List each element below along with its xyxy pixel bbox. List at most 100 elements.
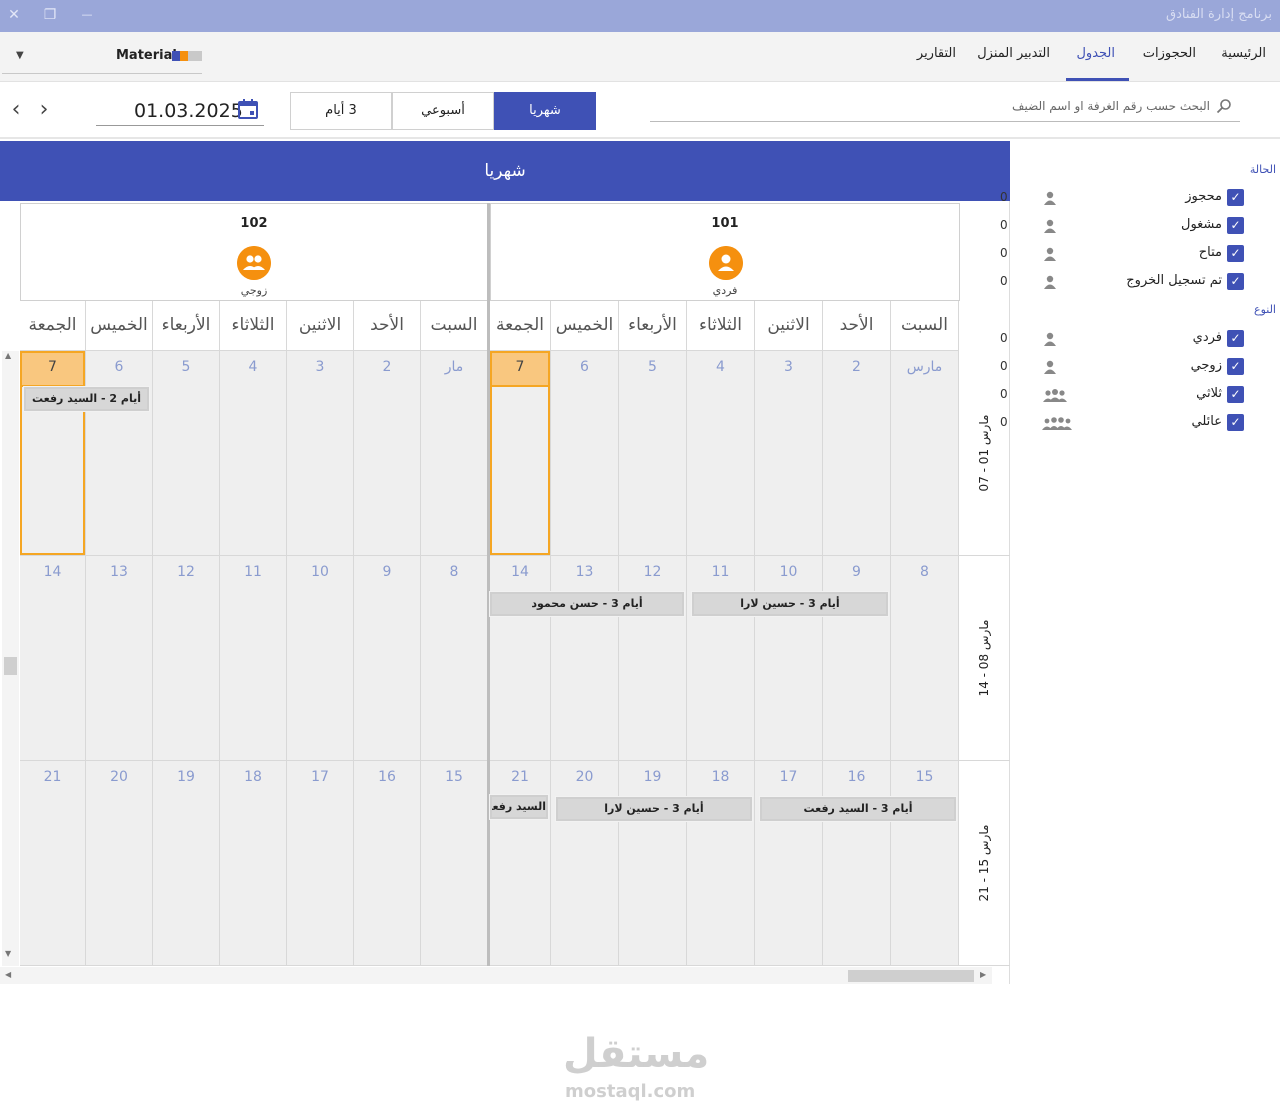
calendar-cell[interactable]: 16 (354, 761, 421, 966)
day-number: 10 (311, 564, 329, 580)
chevron-down-icon[interactable]: ▼ (16, 50, 24, 61)
checkbox-checked-icon[interactable]: ✓ (1227, 189, 1244, 206)
tab-housekeeping[interactable]: التدبير المنزل (977, 46, 1050, 61)
checkbox-checked-icon[interactable]: ✓ (1227, 414, 1244, 431)
scroll-up-icon[interactable]: ▲ (5, 351, 11, 360)
checkbox-checked-icon[interactable]: ✓ (1227, 386, 1244, 403)
calendar-cell[interactable]: 13 (551, 556, 619, 761)
calendar-cell[interactable]: 21 (490, 761, 551, 966)
checkbox-checked-icon[interactable]: ✓ (1227, 330, 1244, 347)
tab-bookings[interactable]: الحجوزات (1143, 46, 1196, 61)
calendar-cell[interactable]: 15 (891, 761, 959, 966)
prev-icon[interactable]: ‹ (5, 99, 27, 122)
filter-row-type-2[interactable]: ✓ ثلاثي 0 (1000, 384, 1244, 406)
filter-row-status-1[interactable]: ✓ مشغول 0 (1000, 215, 1244, 237)
calendar-cell[interactable]: 2 (354, 351, 421, 556)
day-number: 3 (784, 359, 793, 375)
calendar-cell[interactable]: 4 (687, 351, 755, 556)
filter-row-status-0[interactable]: ✓ محجوز 0 (1000, 187, 1244, 209)
calendar-cell[interactable]: 14 (20, 556, 86, 761)
calendar-cell[interactable]: 5 (619, 351, 687, 556)
calendar-cell[interactable]: 17 (287, 761, 354, 966)
appointment[interactable]: أيام 3 - حسن محمود (489, 591, 685, 617)
calendar-cell[interactable]: 5 (153, 351, 220, 556)
calendar-cell[interactable]: 9 (823, 556, 891, 761)
minimize-icon[interactable]: — (77, 5, 97, 25)
restore-icon[interactable]: ❐ (40, 5, 60, 25)
checkbox-checked-icon[interactable]: ✓ (1227, 273, 1244, 290)
calendar-cell[interactable]: 6 (551, 351, 619, 556)
calendar-cell[interactable]: 21 (20, 761, 86, 966)
scheduler: شهريا 101 فردي 102 زوجي السبت مارس 8 15 الأح… (0, 141, 1010, 1102)
close-icon[interactable]: ✕ (4, 5, 24, 25)
appointment[interactable]: أيام 3 - السيد رفعت (759, 796, 957, 822)
calendar-cell[interactable]: 12 (619, 556, 687, 761)
calendar-cell[interactable]: 3 (755, 351, 823, 556)
next-icon[interactable]: › (33, 99, 55, 122)
date-field[interactable]: 01.03.2025 (96, 96, 264, 126)
calendar-cell[interactable]: 20 (551, 761, 619, 966)
scroll-right-icon[interactable]: ▶ (980, 970, 986, 979)
calendar-cell[interactable]: 11 (687, 556, 755, 761)
calendar-cell[interactable]: 16 (823, 761, 891, 966)
filter-row-status-3[interactable]: ✓ تم تسجيل الخروج 0 (1000, 271, 1244, 293)
calendar-cell[interactable]: 8 (421, 556, 488, 761)
calendar-cell[interactable]: 2 (823, 351, 891, 556)
calendar-cell[interactable]: 4 (220, 351, 287, 556)
calendar-cell[interactable]: 18 (687, 761, 755, 966)
checkbox-checked-icon[interactable]: ✓ (1227, 245, 1244, 262)
search-input[interactable]: البحث حسب رقم الغرفة او اسم الضيف (650, 94, 1240, 122)
calendar-cell[interactable]: 10 (287, 556, 354, 761)
day-number: 11 (244, 564, 262, 580)
calendar-cell[interactable]: 18 (220, 761, 287, 966)
calendar-cell[interactable]: 14 (490, 556, 551, 761)
calendar-cell[interactable]: 20 (86, 761, 153, 966)
filter-row-status-2[interactable]: ✓ متاح 0 (1000, 243, 1244, 265)
calendar-cell[interactable]: 15 (421, 761, 488, 966)
appointment[interactable]: أيام 3 - حسين لارا (555, 796, 753, 822)
single-person-icon (1042, 218, 1058, 234)
day-name-header: الاثنين (755, 301, 823, 351)
checkbox-checked-icon[interactable]: ✓ (1227, 358, 1244, 375)
appointment[interactable]: أيام 3 - حسين لارا (691, 591, 889, 617)
view-weekly-button[interactable]: أسبوعي (392, 92, 494, 130)
calendar-cell[interactable]: 12 (153, 556, 220, 761)
theme-selector[interactable]: ▼ Material (2, 40, 202, 74)
day-number: 15 (445, 769, 463, 785)
vertical-scrollbar[interactable]: ▲ ▼ (2, 351, 19, 966)
filter-row-type-1[interactable]: ✓ زوجي 0 (1000, 356, 1244, 378)
calendar-cell[interactable]: 7 (490, 351, 551, 556)
calendar-cell[interactable]: 6 (86, 351, 153, 556)
room-splitter[interactable] (487, 203, 490, 966)
appointment[interactable]: السيد رفعت (489, 794, 549, 820)
horizontal-scrollbar[interactable]: ◀ ▶ (0, 967, 992, 984)
calendar-cell[interactable]: 17 (755, 761, 823, 966)
calendar-cell[interactable]: مار (421, 351, 488, 556)
tab-home[interactable]: الرئيسية (1221, 46, 1266, 61)
calendar-cell[interactable]: 11 (220, 556, 287, 761)
tab-reports[interactable]: التقارير (917, 46, 956, 61)
tab-schedule[interactable]: الجدول (1076, 46, 1115, 61)
calendar-cell[interactable]: 10 (755, 556, 823, 761)
calendar-cell[interactable]: مارس (891, 351, 959, 556)
calendar-icon[interactable] (237, 98, 259, 120)
calendar-cell[interactable]: 19 (619, 761, 687, 966)
filter-row-type-0[interactable]: ✓ فردي 0 (1000, 328, 1244, 350)
calendar-cell[interactable]: 7 (20, 351, 86, 556)
calendar-cell[interactable]: 3 (287, 351, 354, 556)
calendar-cell[interactable]: 9 (354, 556, 421, 761)
toolbar-divider (0, 137, 1280, 139)
calendar-cell[interactable]: 13 (86, 556, 153, 761)
view-monthly-button[interactable]: شهريا (494, 92, 596, 130)
appointment[interactable]: أيام 2 - السيد رفعت (23, 386, 150, 412)
checkbox-checked-icon[interactable]: ✓ (1227, 217, 1244, 234)
calendar-cell[interactable]: 19 (153, 761, 220, 966)
calendar-cell[interactable]: 8 (891, 556, 959, 761)
scroll-down-icon[interactable]: ▼ (5, 949, 11, 958)
scroll-left-icon[interactable]: ◀ (5, 970, 11, 979)
filter-row-type-3[interactable]: ✓ عائلي 0 (1000, 412, 1244, 434)
scroll-thumb[interactable] (848, 970, 974, 982)
filter-label: عائلي (1191, 414, 1222, 429)
scroll-thumb[interactable] (4, 657, 17, 675)
view-3days-button[interactable]: 3 أيام (290, 92, 392, 130)
